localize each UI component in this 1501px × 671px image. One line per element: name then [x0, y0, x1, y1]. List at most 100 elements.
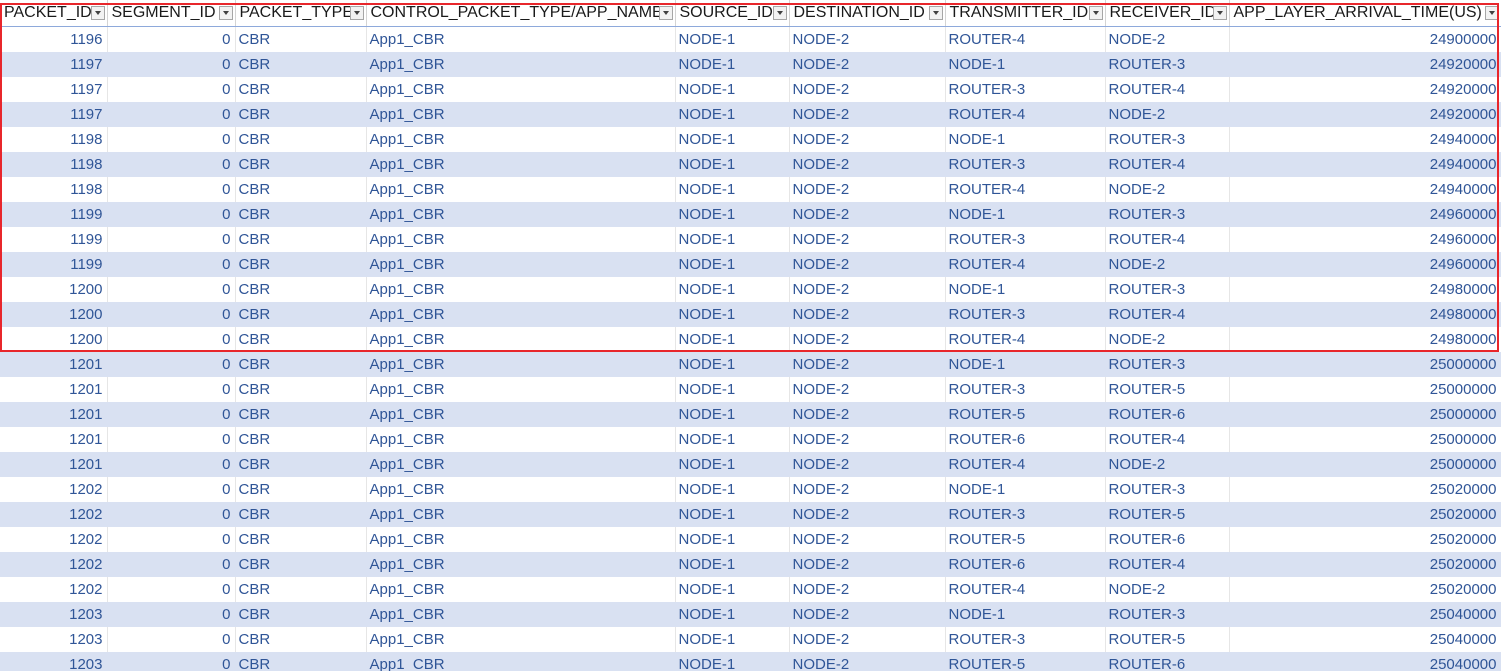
- table-cell[interactable]: NODE-1: [675, 427, 790, 452]
- table-cell[interactable]: NODE-2: [789, 127, 946, 152]
- table-cell[interactable]: ROUTER-5: [945, 527, 1106, 552]
- table-cell[interactable]: App1_CBR: [366, 252, 676, 277]
- table-cell[interactable]: 0: [107, 477, 236, 502]
- table-cell[interactable]: NODE-1: [945, 352, 1106, 377]
- table-cell[interactable]: NODE-1: [675, 552, 790, 577]
- table-cell[interactable]: NODE-2: [789, 252, 946, 277]
- table-cell[interactable]: 1197: [0, 77, 108, 102]
- column-header[interactable]: TRANSMITTER_ID: [945, 0, 1106, 27]
- table-cell[interactable]: ROUTER-6: [945, 427, 1106, 452]
- table-cell[interactable]: 0: [107, 577, 236, 602]
- table-cell[interactable]: 1201: [0, 452, 108, 477]
- table-cell[interactable]: 0: [107, 152, 236, 177]
- table-cell[interactable]: NODE-1: [675, 127, 790, 152]
- filter-dropdown-icon[interactable]: [1088, 6, 1103, 20]
- table-cell[interactable]: ROUTER-4: [1105, 552, 1230, 577]
- table-cell[interactable]: ROUTER-3: [1105, 202, 1230, 227]
- table-cell[interactable]: 24940000: [1229, 127, 1501, 152]
- table-cell[interactable]: NODE-2: [789, 152, 946, 177]
- table-cell[interactable]: ROUTER-6: [945, 552, 1106, 577]
- table-cell[interactable]: 1203: [0, 602, 108, 627]
- filter-dropdown-icon[interactable]: [1484, 6, 1499, 20]
- table-cell[interactable]: 24980000: [1229, 277, 1501, 302]
- table-cell[interactable]: NODE-1: [675, 252, 790, 277]
- table-cell[interactable]: CBR: [235, 277, 367, 302]
- table-cell[interactable]: NODE-1: [675, 652, 790, 671]
- table-cell[interactable]: 1201: [0, 402, 108, 427]
- table-cell[interactable]: 0: [107, 277, 236, 302]
- table-cell[interactable]: NODE-1: [675, 402, 790, 427]
- table-cell[interactable]: CBR: [235, 26, 367, 52]
- table-cell[interactable]: ROUTER-4: [945, 327, 1106, 352]
- table-cell[interactable]: ROUTER-4: [1105, 152, 1230, 177]
- table-cell[interactable]: ROUTER-5: [1105, 377, 1230, 402]
- table-cell[interactable]: CBR: [235, 477, 367, 502]
- table-cell[interactable]: App1_CBR: [366, 602, 676, 627]
- table-cell[interactable]: 1199: [0, 202, 108, 227]
- column-header[interactable]: PACKET_TYPE: [235, 0, 367, 27]
- table-cell[interactable]: CBR: [235, 552, 367, 577]
- table-cell[interactable]: ROUTER-4: [945, 252, 1106, 277]
- table-cell[interactable]: 1200: [0, 302, 108, 327]
- table-cell[interactable]: 1200: [0, 327, 108, 352]
- table-cell[interactable]: NODE-1: [945, 52, 1106, 77]
- table-cell[interactable]: 25020000: [1229, 502, 1501, 527]
- table-cell[interactable]: NODE-1: [945, 477, 1106, 502]
- table-cell[interactable]: NODE-1: [675, 302, 790, 327]
- table-cell[interactable]: App1_CBR: [366, 202, 676, 227]
- table-cell[interactable]: ROUTER-4: [945, 177, 1106, 202]
- table-cell[interactable]: 25040000: [1229, 652, 1501, 671]
- table-cell[interactable]: ROUTER-4: [1105, 227, 1230, 252]
- table-cell[interactable]: ROUTER-3: [945, 152, 1106, 177]
- table-cell[interactable]: NODE-1: [675, 352, 790, 377]
- table-cell[interactable]: 1201: [0, 352, 108, 377]
- table-cell[interactable]: 0: [107, 502, 236, 527]
- table-cell[interactable]: 25000000: [1229, 377, 1501, 402]
- table-cell[interactable]: App1_CBR: [366, 227, 676, 252]
- table-cell[interactable]: NODE-1: [675, 527, 790, 552]
- table-cell[interactable]: CBR: [235, 402, 367, 427]
- table-cell[interactable]: ROUTER-6: [1105, 402, 1230, 427]
- table-cell[interactable]: 1202: [0, 577, 108, 602]
- table-cell[interactable]: NODE-2: [789, 177, 946, 202]
- table-cell[interactable]: 1198: [0, 127, 108, 152]
- table-cell[interactable]: 0: [107, 302, 236, 327]
- table-cell[interactable]: ROUTER-3: [1105, 477, 1230, 502]
- table-cell[interactable]: 0: [107, 227, 236, 252]
- table-cell[interactable]: 24920000: [1229, 52, 1501, 77]
- table-cell[interactable]: CBR: [235, 227, 367, 252]
- table-cell[interactable]: CBR: [235, 152, 367, 177]
- table-cell[interactable]: NODE-1: [945, 127, 1106, 152]
- table-cell[interactable]: CBR: [235, 427, 367, 452]
- table-cell[interactable]: NODE-2: [789, 602, 946, 627]
- table-cell[interactable]: 0: [107, 452, 236, 477]
- table-cell[interactable]: CBR: [235, 327, 367, 352]
- table-cell[interactable]: 25040000: [1229, 627, 1501, 652]
- table-cell[interactable]: 1198: [0, 152, 108, 177]
- table-cell[interactable]: ROUTER-3: [945, 377, 1106, 402]
- column-header[interactable]: CONTROL_PACKET_TYPE/APP_NAME: [366, 0, 676, 27]
- table-cell[interactable]: ROUTER-6: [1105, 652, 1230, 671]
- table-cell[interactable]: CBR: [235, 527, 367, 552]
- table-cell[interactable]: NODE-2: [789, 527, 946, 552]
- table-cell[interactable]: 1202: [0, 502, 108, 527]
- table-cell[interactable]: NODE-2: [1105, 102, 1230, 127]
- table-cell[interactable]: 0: [107, 402, 236, 427]
- table-cell[interactable]: App1_CBR: [366, 477, 676, 502]
- table-cell[interactable]: 1199: [0, 252, 108, 277]
- table-cell[interactable]: 1203: [0, 652, 108, 671]
- table-cell[interactable]: NODE-1: [675, 452, 790, 477]
- table-cell[interactable]: NODE-2: [789, 352, 946, 377]
- filter-dropdown-icon[interactable]: [658, 6, 673, 20]
- table-cell[interactable]: NODE-2: [789, 302, 946, 327]
- table-cell[interactable]: NODE-2: [789, 52, 946, 77]
- filter-dropdown-icon[interactable]: [218, 6, 233, 20]
- table-cell[interactable]: 1199: [0, 227, 108, 252]
- table-cell[interactable]: NODE-2: [1105, 26, 1230, 52]
- table-cell[interactable]: ROUTER-3: [945, 302, 1106, 327]
- table-cell[interactable]: 0: [107, 127, 236, 152]
- table-cell[interactable]: ROUTER-5: [945, 402, 1106, 427]
- filter-dropdown-icon[interactable]: [772, 6, 787, 20]
- table-cell[interactable]: CBR: [235, 352, 367, 377]
- table-cell[interactable]: ROUTER-3: [1105, 602, 1230, 627]
